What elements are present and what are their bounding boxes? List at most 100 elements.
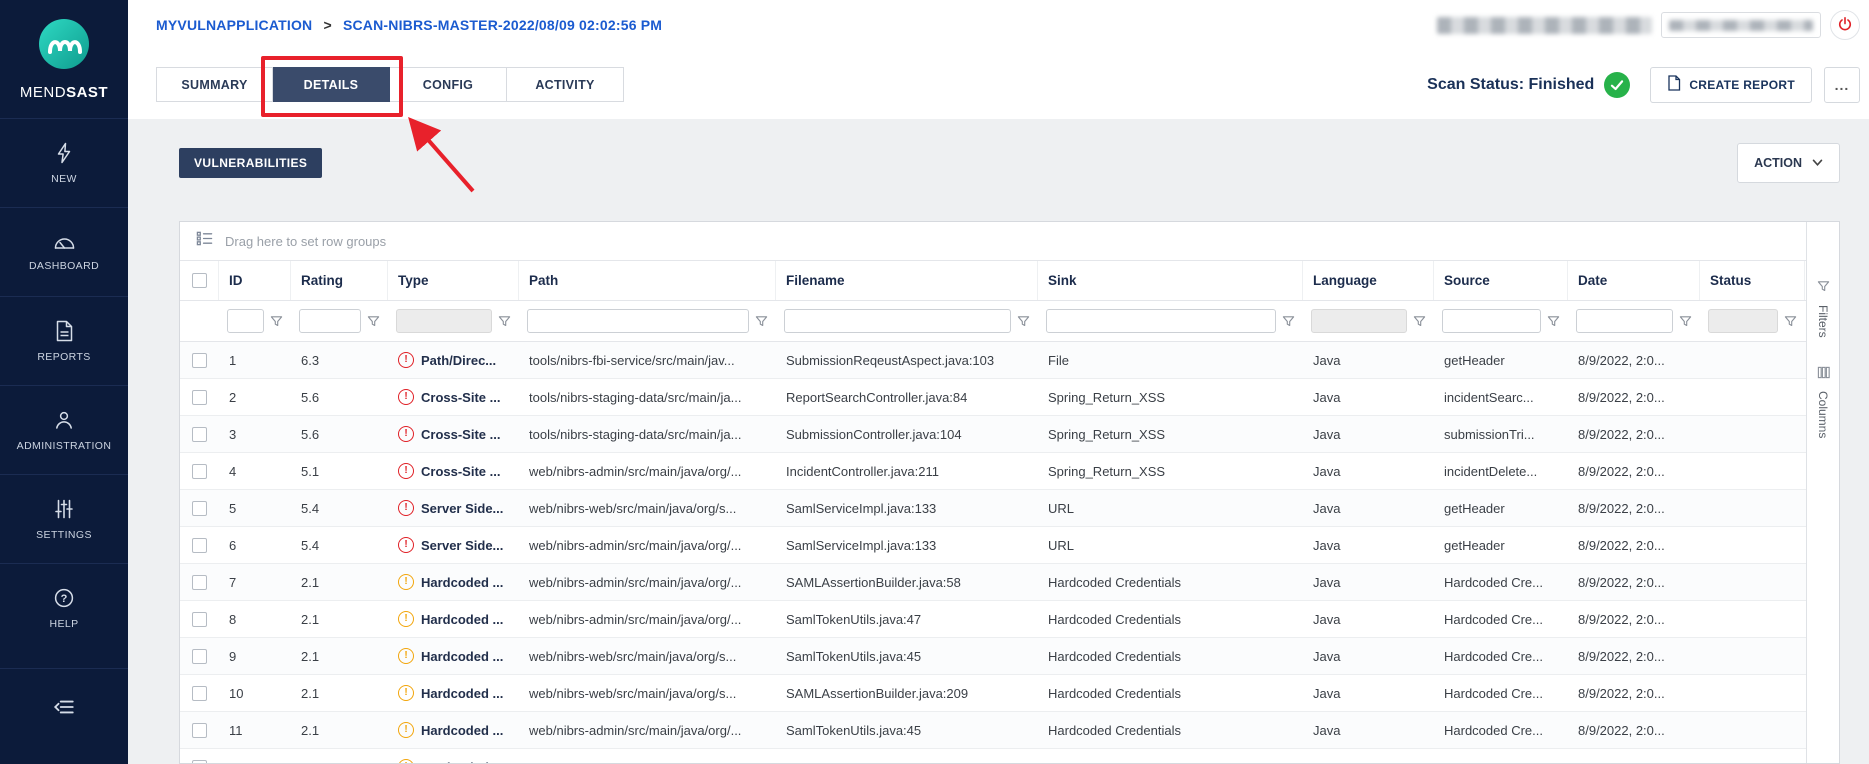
tab-config[interactable]: CONFIG [390, 67, 507, 102]
row-checkbox[interactable] [192, 390, 207, 405]
side-tab-columns[interactable]: Columns [1816, 366, 1830, 438]
filter-input-date[interactable] [1576, 309, 1673, 333]
column-header-source[interactable]: Source [1434, 261, 1568, 300]
collapse-menu-icon[interactable] [52, 695, 76, 724]
filter-funnel-icon[interactable] [755, 315, 768, 328]
column-header-date[interactable]: Date [1568, 261, 1700, 300]
row-group-bar[interactable]: Drag here to set row groups [180, 222, 1806, 261]
filter-funnel-icon[interactable] [367, 315, 380, 328]
table-row[interactable]: 72.1!Hardcoded ...web/nibrs-admin/src/ma… [180, 564, 1806, 601]
row-groups-icon [196, 230, 213, 252]
filter-funnel-icon[interactable] [270, 315, 283, 328]
table-row[interactable]: 35.6!Cross-Site ...tools/nibrs-staging-d… [180, 416, 1806, 453]
row-checkbox[interactable] [192, 353, 207, 368]
filter-funnel-icon[interactable] [1282, 315, 1295, 328]
tab-summary[interactable]: SUMMARY [156, 67, 273, 102]
cell-language: Java [1303, 342, 1434, 378]
cell-language: Java [1303, 601, 1434, 637]
sidebar-item-dashboard[interactable]: DASHBOARD [0, 207, 128, 296]
table-row[interactable]: 102.1!Hardcoded ...web/nibrs-web/src/mai… [180, 675, 1806, 712]
logo[interactable]: MENDSAST [0, 0, 128, 118]
filter-input-rating[interactable] [299, 309, 361, 333]
cell-filename: SubmissionController.java:104 [776, 416, 1038, 452]
table-row[interactable]: 55.4!Server Side...web/nibrs-web/src/mai… [180, 490, 1806, 527]
column-header-type[interactable]: Type [388, 261, 519, 300]
help-icon: ? [53, 587, 75, 609]
filter-input-language[interactable] [1311, 309, 1407, 333]
filter-input-filename[interactable] [784, 309, 1011, 333]
column-header-id[interactable]: ID [219, 261, 291, 300]
row-checkbox[interactable] [192, 649, 207, 664]
column-header-language[interactable]: Language [1303, 261, 1434, 300]
filter-funnel-icon[interactable] [498, 315, 511, 328]
filter-input-source[interactable] [1442, 309, 1541, 333]
severity-high-icon: ! [398, 389, 414, 405]
type-label: Server Side... [421, 501, 503, 516]
row-checkbox[interactable] [192, 723, 207, 738]
filter-funnel-icon[interactable] [1017, 315, 1030, 328]
table-row[interactable]: 25.6!Cross-Site ...tools/nibrs-staging-d… [180, 379, 1806, 416]
filter-input-path[interactable] [527, 309, 749, 333]
cell-checkbox [180, 342, 219, 378]
filter-input-id[interactable] [227, 309, 264, 333]
action-button[interactable]: ACTION [1737, 143, 1840, 183]
filter-funnel-icon[interactable] [1547, 315, 1560, 328]
filter-input-sink[interactable] [1046, 309, 1276, 333]
side-tab-filters[interactable]: Filters [1816, 280, 1830, 338]
row-checkbox[interactable] [192, 760, 207, 764]
table-row[interactable]: 122.1!Hardcoded ... [180, 749, 1806, 763]
table-row[interactable]: 45.1!Cross-Site ...web/nibrs-admin/src/m… [180, 453, 1806, 490]
redacted-org-selector[interactable] [1661, 12, 1821, 38]
side-tab-label: Filters [1816, 305, 1830, 338]
logout-button[interactable] [1830, 10, 1860, 40]
settings-icon [53, 498, 75, 520]
table-rows: 16.3!Path/Direc...tools/nibrs-fbi-servic… [180, 342, 1806, 763]
filter-input-status[interactable] [1708, 309, 1778, 333]
select-all-checkbox[interactable] [192, 273, 207, 288]
filter-funnel-icon[interactable] [1784, 315, 1797, 328]
sidebar-item-administration[interactable]: ADMINISTRATION [0, 385, 128, 474]
column-header-path[interactable]: Path [519, 261, 776, 300]
row-checkbox[interactable] [192, 501, 207, 516]
tab-details[interactable]: DETAILS [273, 67, 390, 102]
row-checkbox[interactable] [192, 575, 207, 590]
row-checkbox[interactable] [192, 686, 207, 701]
filter-funnel-icon[interactable] [1413, 315, 1426, 328]
table-row[interactable]: 65.4!Server Side...web/nibrs-admin/src/m… [180, 527, 1806, 564]
more-options-button[interactable]: ... [1824, 67, 1860, 103]
row-checkbox[interactable] [192, 612, 207, 627]
tab-activity[interactable]: ACTIVITY [507, 67, 624, 102]
cell-checkbox [180, 416, 219, 452]
cell-checkbox [180, 379, 219, 415]
vulnerabilities-table: Drag here to set row groups IDRatingType… [179, 221, 1840, 764]
sidebar-item-settings[interactable]: SETTINGS [0, 474, 128, 563]
filter-input-type[interactable] [396, 309, 492, 333]
cell-filename: SamlTokenUtils.java:47 [776, 601, 1038, 637]
sidebar-item-help[interactable]: ?HELP [0, 563, 128, 652]
sidebar-item-new[interactable]: NEW [0, 118, 128, 207]
reports-icon [55, 320, 74, 342]
column-header-sink[interactable]: Sink [1038, 261, 1303, 300]
cell-language: Java [1303, 379, 1434, 415]
table-row[interactable]: 112.1!Hardcoded ...web/nibrs-admin/src/m… [180, 712, 1806, 749]
sidebar-item-reports[interactable]: REPORTS [0, 296, 128, 385]
column-header-filename[interactable]: Filename [776, 261, 1038, 300]
vulnerabilities-tab-button[interactable]: VULNERABILITIES [179, 148, 322, 178]
table-row[interactable]: 16.3!Path/Direc...tools/nibrs-fbi-servic… [180, 342, 1806, 379]
cell-sink: Spring_Return_XSS [1038, 379, 1303, 415]
column-header-rating[interactable]: Rating [291, 261, 388, 300]
cell-type: !Cross-Site ... [388, 453, 519, 489]
cell-language: Java [1303, 564, 1434, 600]
create-report-button[interactable]: CREATE REPORT [1650, 67, 1812, 103]
filter-funnel-icon[interactable] [1679, 315, 1692, 328]
table-row[interactable]: 92.1!Hardcoded ...web/nibrs-web/src/main… [180, 638, 1806, 675]
mend-logo-icon [37, 17, 91, 76]
row-checkbox[interactable] [192, 464, 207, 479]
cell-type: !Cross-Site ... [388, 379, 519, 415]
row-checkbox[interactable] [192, 538, 207, 553]
breadcrumb-application[interactable]: MYVULNAPPLICATION [156, 17, 312, 33]
row-checkbox[interactable] [192, 427, 207, 442]
column-header-status[interactable]: Status [1700, 261, 1805, 300]
table-row[interactable]: 82.1!Hardcoded ...web/nibrs-admin/src/ma… [180, 601, 1806, 638]
breadcrumb-scan[interactable]: SCAN-NIBRS-MASTER-2022/08/09 02:02:56 PM [343, 17, 662, 33]
